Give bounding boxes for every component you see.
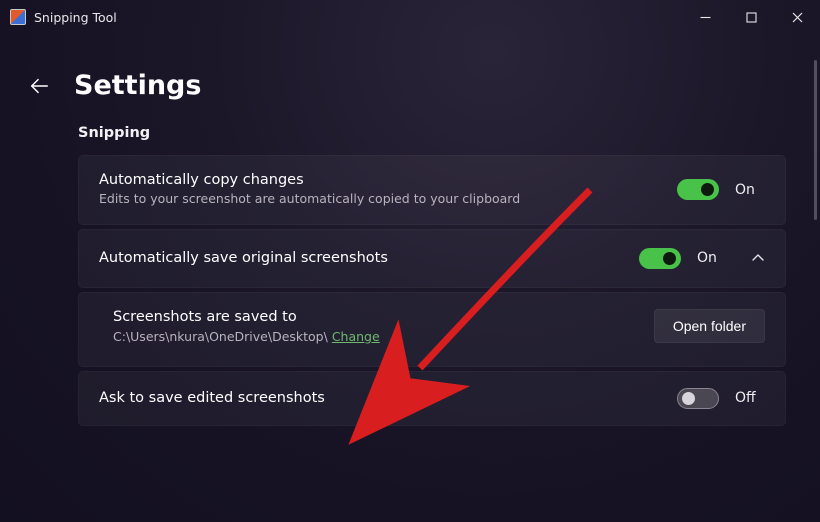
- app-icon: [10, 9, 26, 25]
- ask-save-edited-toggle[interactable]: [677, 388, 719, 409]
- section-label: Snipping: [78, 125, 786, 141]
- close-button[interactable]: [774, 0, 820, 34]
- setting-save-location: Screenshots are saved to C:\Users\nkura\…: [78, 292, 786, 367]
- save-location-path: C:\Users\nkura\OneDrive\Desktop\: [113, 329, 328, 344]
- title-bar: Snipping Tool: [0, 0, 820, 34]
- setting-ask-save-edited: Ask to save edited screenshots Off: [78, 371, 786, 426]
- back-button[interactable]: [26, 73, 52, 99]
- setting-copy-changes: Automatically copy changes Edits to your…: [78, 155, 786, 225]
- back-arrow-icon: [28, 75, 50, 97]
- change-location-link[interactable]: Change: [332, 329, 380, 344]
- setting-auto-save-title: Automatically save original screenshots: [99, 250, 639, 266]
- copy-changes-state: On: [735, 182, 765, 198]
- chevron-up-icon: [751, 251, 765, 265]
- minimize-icon: [700, 12, 711, 23]
- save-location-path-line: C:\Users\nkura\OneDrive\Desktop\ Change: [113, 329, 654, 344]
- auto-save-state: On: [697, 250, 727, 266]
- ask-save-edited-title: Ask to save edited screenshots: [99, 390, 677, 406]
- setting-copy-changes-title: Automatically copy changes: [99, 172, 677, 188]
- window-controls: [682, 0, 820, 34]
- maximize-button[interactable]: [728, 0, 774, 34]
- auto-save-toggle[interactable]: [639, 248, 681, 269]
- settings-content: Snipping Automatically copy changes Edit…: [0, 101, 820, 426]
- minimize-button[interactable]: [682, 0, 728, 34]
- close-icon: [792, 12, 803, 23]
- page-header: Settings: [0, 34, 820, 101]
- maximize-icon: [746, 12, 757, 23]
- window-title: Snipping Tool: [34, 10, 117, 25]
- page-title: Settings: [74, 70, 201, 101]
- setting-copy-changes-text: Automatically copy changes Edits to your…: [99, 172, 677, 208]
- scrollbar[interactable]: [814, 60, 817, 220]
- setting-copy-changes-subtitle: Edits to your screenshot are automatical…: [99, 191, 529, 208]
- copy-changes-toggle[interactable]: [677, 179, 719, 200]
- ask-save-edited-state: Off: [735, 390, 765, 406]
- setting-auto-save[interactable]: Automatically save original screenshots …: [78, 229, 786, 288]
- open-folder-button[interactable]: Open folder: [654, 309, 765, 343]
- save-location-title: Screenshots are saved to: [113, 309, 654, 325]
